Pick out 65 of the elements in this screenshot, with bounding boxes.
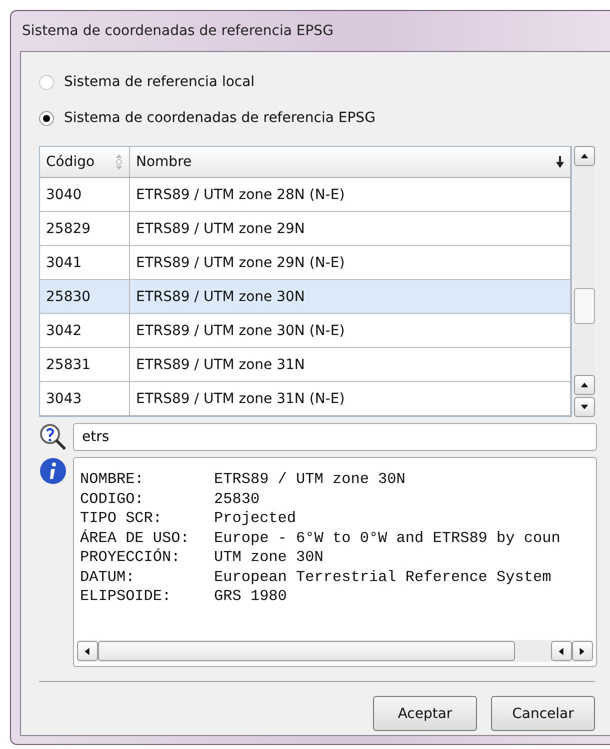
scroll-right-button[interactable] [572, 641, 593, 661]
scroll-up-button[interactable] [574, 146, 595, 166]
info-value: 25830 [214, 490, 261, 509]
table-row[interactable]: 25830 ETRS89 / UTM zone 30N [40, 280, 571, 314]
name-cell: ETRS89 / UTM zone 31N (N-E) [130, 382, 571, 415]
table-row[interactable]: 3041 ETRS89 / UTM zone 29N (N-E) [40, 246, 571, 280]
info-value: Projected [214, 509, 298, 528]
dialog-button[interactable]: Cancelar [491, 696, 595, 731]
radio-label[interactable]: Sistema de coordenadas de referencia EPSG [64, 110, 376, 126]
scroll-left-button[interactable] [551, 641, 572, 661]
sort-down-icon [556, 156, 564, 168]
info-label: TIPO SCR: [80, 509, 164, 528]
info-label: ELIPSOIDE: [80, 587, 172, 606]
info-value: UTM zone 30N [214, 548, 324, 568]
horizontal-scrollbar[interactable] [77, 640, 593, 662]
search-field[interactable]: etrs [73, 423, 597, 451]
radio-label[interactable]: Sistema de referencia local [64, 74, 255, 90]
table-row[interactable]: 3043 ETRS89 / UTM zone 31N (N-E) [40, 382, 571, 416]
radio-button[interactable] [39, 110, 54, 126]
name-cell: ETRS89 / UTM zone 29N (N-E) [130, 246, 571, 279]
info-icon [39, 457, 67, 485]
info-value: Europe - 6°W to 0°W and ETRS89 by coun [214, 528, 562, 548]
info-value: ETRS89 / UTM zone 30N [214, 470, 406, 490]
name-cell: ETRS89 / UTM zone 29N [130, 212, 571, 245]
code-cell: 25829 [40, 212, 130, 245]
code-cell: 3042 [40, 314, 130, 347]
code-cell: 25830 [40, 280, 130, 313]
scroll-down-button[interactable] [574, 397, 595, 417]
info-label: PROYECCIÓN: [80, 548, 182, 568]
info-value: European Terrestrial Reference System [214, 568, 552, 587]
vertical-scrollbar[interactable] [574, 146, 595, 417]
code-cell: 3040 [40, 178, 130, 211]
code-cell: 25831 [40, 348, 130, 381]
name-cell: ETRS89 / UTM zone 31N [130, 348, 571, 381]
scroll-up-button[interactable] [574, 375, 595, 395]
scroll-thumb[interactable] [574, 288, 595, 324]
info-label: CODIGO: [80, 490, 145, 509]
info-label: ÁREA DE USO: [80, 528, 190, 548]
scroll-thumb[interactable] [98, 641, 515, 661]
name-cell: ETRS89 / UTM zone 30N [130, 280, 571, 313]
window-title: Sistema de coordenadas de referencia EPSG [21, 22, 334, 41]
table-row[interactable]: 3042 ETRS89 / UTM zone 30N (N-E) [40, 314, 571, 348]
search-icon [39, 423, 67, 451]
info-label: DATUM: [80, 568, 136, 587]
up-arrow-icon [580, 152, 589, 160]
column-header[interactable]: Nombre [130, 147, 571, 177]
scroll-left-button[interactable] [77, 641, 98, 661]
column-header[interactable]: Código [40, 147, 130, 177]
up-arrow-icon [580, 380, 589, 390]
table-row[interactable]: 25831 ETRS89 / UTM zone 31N [40, 348, 571, 382]
code-cell: 3043 [40, 382, 130, 415]
info-value: GRS 1980 [214, 587, 288, 606]
name-cell: ETRS89 / UTM zone 30N (N-E) [130, 314, 571, 347]
code-cell: 3041 [40, 246, 130, 279]
left-arrow-icon [83, 646, 92, 656]
dialog-button[interactable]: Aceptar [373, 696, 477, 731]
table-row[interactable]: 3040 ETRS89 / UTM zone 28N (N-E) [40, 178, 571, 212]
sort-icon [115, 153, 123, 171]
table-row[interactable]: 25829 ETRS89 / UTM zone 29N [40, 212, 571, 246]
name-cell: ETRS89 / UTM zone 28N (N-E) [130, 178, 571, 211]
info-label: NOMBRE: [80, 470, 145, 490]
radio-button[interactable] [39, 74, 54, 90]
left-arrow-icon [557, 646, 566, 656]
down-arrow-icon [580, 402, 589, 412]
right-arrow-icon [578, 646, 587, 656]
